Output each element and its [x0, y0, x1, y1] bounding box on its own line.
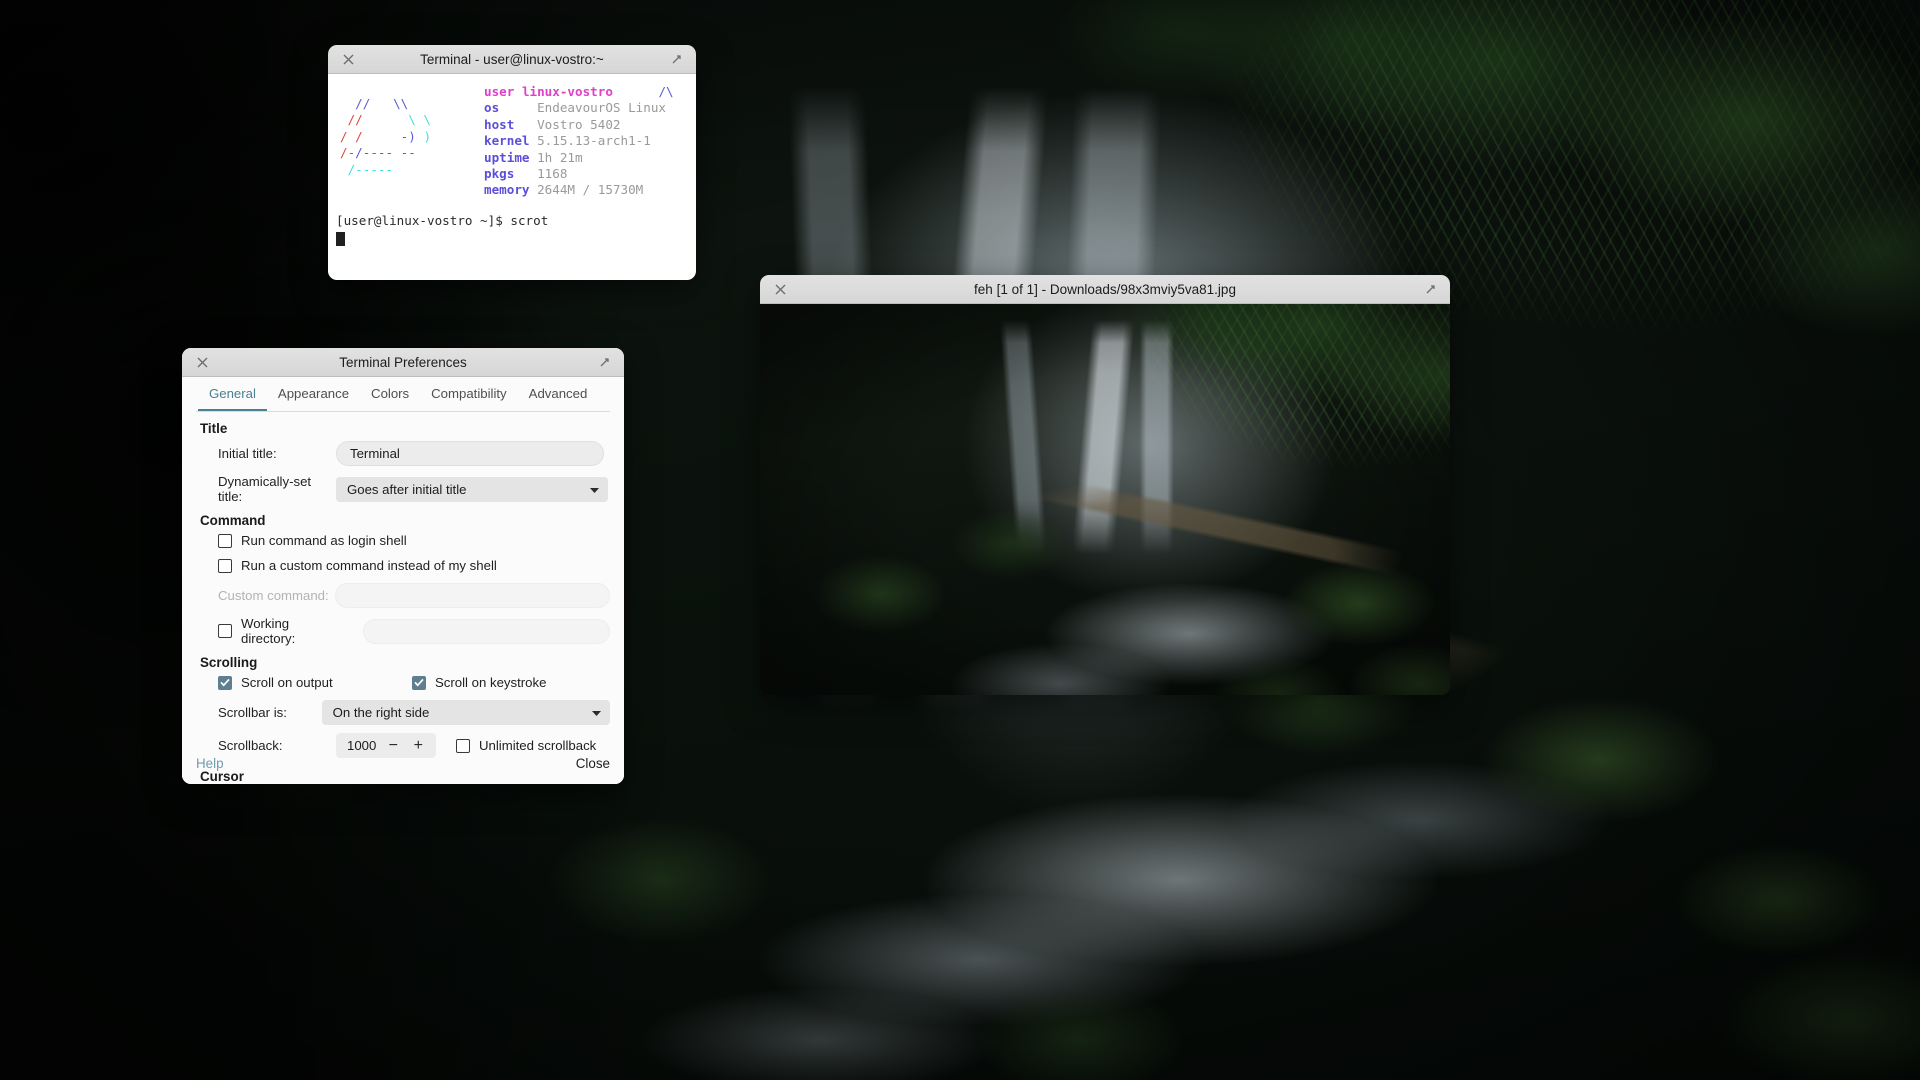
neofetch-ascii-art: // \\ // \ \ / / -) ) /-/---- -- /-----: [340, 96, 432, 177]
terminal-content[interactable]: // \\ // \ \ / / -) ) /-/---- -- /----- …: [328, 74, 696, 280]
terminal-title: Terminal - user@linux-vostro:~: [420, 51, 604, 67]
terminal-titlebar[interactable]: Terminal - user@linux-vostro:~: [328, 45, 696, 74]
initial-title-label: Initial title:: [218, 446, 277, 461]
dynamic-title-row: Dynamically-set title: Goes after initia…: [196, 474, 610, 504]
scroll-on-output-row[interactable]: Scroll on output: [196, 675, 412, 690]
working-directory-checkbox[interactable]: [218, 624, 232, 638]
feh-titlebar[interactable]: feh [1 of 1] - Downloads/98x3mviy5va81.j…: [760, 275, 1450, 304]
scroll-on-output-checkbox[interactable]: [218, 675, 232, 690]
initial-title-input[interactable]: Terminal: [336, 441, 604, 466]
section-heading-title: Title: [200, 421, 228, 436]
initial-title-row: Initial title: Terminal: [196, 441, 610, 466]
feh-window[interactable]: feh [1 of 1] - Downloads/98x3mviy5va81.j…: [760, 275, 1450, 695]
neofetch-info-block: user linux-vostro /\ os EndeavourOS Linu…: [484, 84, 674, 198]
feh-image-vignette: [760, 304, 1450, 695]
dynamic-title-value: Goes after initial title: [347, 481, 467, 497]
scroll-on-keystroke-checkbox[interactable]: [412, 675, 426, 690]
prefs-title: Terminal Preferences: [339, 354, 467, 370]
maximize-icon[interactable]: [1416, 275, 1444, 304]
tab-colors[interactable]: Colors: [360, 377, 420, 411]
tab-appearance[interactable]: Appearance: [267, 377, 360, 411]
chevron-down-icon: [591, 705, 602, 720]
terminal-window[interactable]: Terminal - user@linux-vostro:~ // \\ // …: [328, 45, 696, 280]
custom-command-input[interactable]: [335, 583, 610, 608]
custom-command-check-label: Run a custom command instead of my shell: [241, 558, 497, 573]
prefs-titlebar[interactable]: Terminal Preferences: [182, 348, 624, 377]
help-link[interactable]: Help: [196, 756, 224, 771]
close-button[interactable]: Close: [576, 756, 610, 771]
login-shell-checkbox[interactable]: [218, 533, 232, 548]
prefs-tab-bar[interactable]: General Appearance Colors Compatibility …: [196, 377, 610, 412]
feh-title: feh [1 of 1] - Downloads/98x3mviy5va81.j…: [974, 281, 1236, 297]
scrollbar-value: On the right side: [332, 705, 430, 720]
dynamic-title-label: Dynamically-set title:: [218, 474, 312, 504]
prefs-footer: Help Close: [182, 742, 624, 784]
scroll-on-keystroke-row[interactable]: Scroll on keystroke: [412, 675, 546, 690]
working-directory-row[interactable]: Working directory:: [196, 616, 610, 646]
login-shell-label: Run command as login shell: [241, 533, 407, 548]
section-heading-command: Command: [200, 513, 266, 528]
dynamic-title-select[interactable]: Goes after initial title: [336, 476, 608, 502]
terminal-preferences-dialog[interactable]: Terminal Preferences General Appearance …: [182, 348, 624, 784]
scrollbar-select[interactable]: On the right side: [321, 700, 610, 725]
tab-advanced[interactable]: Advanced: [518, 377, 599, 411]
custom-command-row: Custom command:: [196, 583, 610, 608]
feh-image-canvas[interactable]: [760, 304, 1450, 695]
working-directory-input[interactable]: [362, 618, 610, 644]
neofetch-user-line: user: [484, 84, 515, 99]
prompt-string: [user@linux-vostro ~]$: [336, 212, 511, 228]
close-icon[interactable]: [188, 348, 216, 377]
tab-general[interactable]: General: [198, 377, 267, 411]
custom-command-checkbox[interactable]: [218, 558, 232, 573]
working-directory-label: Working directory:: [241, 616, 296, 646]
scroll-on-output-label: Scroll on output: [241, 675, 333, 690]
terminal-prompt-line: [user@linux-vostro ~]$ scrot: [336, 213, 688, 229]
chevron-down-icon: [589, 482, 600, 497]
maximize-icon[interactable]: [662, 45, 690, 74]
scrollbar-row: Scrollbar is: On the right side: [196, 700, 610, 725]
custom-command-checkbox-row[interactable]: Run a custom command instead of my shell: [196, 558, 610, 573]
tab-compatibility[interactable]: Compatibility: [420, 377, 518, 411]
maximize-icon[interactable]: [590, 348, 618, 377]
login-shell-checkbox-row[interactable]: Run command as login shell: [196, 533, 610, 548]
scroll-on-keystroke-label: Scroll on keystroke: [435, 675, 547, 690]
close-icon[interactable]: [334, 45, 362, 74]
section-heading-scrolling: Scrolling: [200, 655, 258, 670]
close-icon[interactable]: [766, 275, 794, 304]
typed-command: scrot: [510, 212, 549, 228]
scrollbar-label: Scrollbar is:: [218, 705, 287, 720]
custom-command-label: Custom command:: [218, 588, 329, 603]
prefs-content: General Appearance Colors Compatibility …: [182, 377, 624, 784]
terminal-cursor: [336, 232, 345, 247]
